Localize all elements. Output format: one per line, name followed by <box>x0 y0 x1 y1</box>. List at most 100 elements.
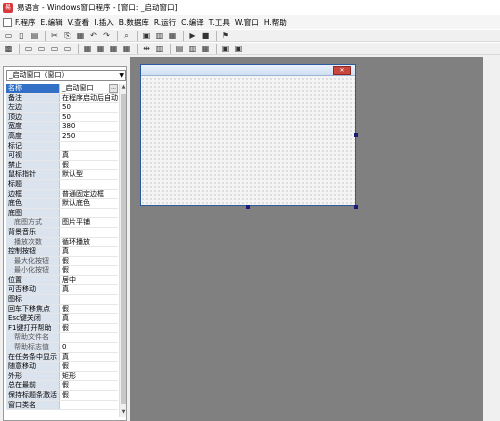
property-row[interactable]: 左边 50 <box>6 103 118 113</box>
cut-icon[interactable]: ✂ <box>49 30 60 41</box>
menu-item[interactable]: I.插入 <box>94 17 114 28</box>
property-value[interactable]: 真 <box>60 314 118 323</box>
debug-icon[interactable]: ⚑ <box>220 30 231 41</box>
property-row[interactable]: 最大化按钮假 <box>6 256 118 267</box>
resize-handle-corner[interactable] <box>354 205 358 209</box>
property-row[interactable]: 禁止假 <box>6 160 118 171</box>
property-value[interactable]: 假 <box>60 304 118 314</box>
property-value[interactable]: 50 <box>60 112 118 122</box>
property-value[interactable]: 默认型 <box>60 170 118 179</box>
property-value[interactable]: 默认底色 <box>60 199 118 208</box>
toolbar-tool-icon[interactable]: ▦ <box>108 43 119 54</box>
scroll-down-icon[interactable]: ▼ <box>120 409 127 417</box>
property-row[interactable]: 帮助文件名 <box>6 333 118 344</box>
property-value[interactable]: 居中 <box>60 275 118 285</box>
property-row[interactable]: 高度 250 <box>6 131 118 142</box>
toolbar-tool-icon[interactable]: ▣ <box>220 43 231 54</box>
property-row[interactable]: F1键打开帮助假 <box>6 323 118 334</box>
property-value[interactable] <box>60 227 118 237</box>
property-row[interactable]: 位置 居中 <box>6 275 118 286</box>
menu-item[interactable]: T.工具 <box>209 17 230 28</box>
property-value[interactable]: 250 <box>60 131 118 141</box>
property-value[interactable] <box>60 295 118 304</box>
stop-icon[interactable]: ■ <box>200 30 211 41</box>
menu-item[interactable]: B.数据库 <box>119 17 149 28</box>
layout1-icon[interactable]: ▣ <box>141 30 152 41</box>
property-row[interactable]: 保持标题条激活假 <box>6 391 118 401</box>
property-row[interactable]: 图标 <box>6 295 118 305</box>
property-row[interactable]: 底色 默认底色 <box>6 199 118 209</box>
toolbar-tool-icon[interactable]: ▭ <box>23 43 34 54</box>
property-row[interactable]: 随意移动假 <box>6 362 118 372</box>
toolbar-tool-icon[interactable]: ▦ <box>82 43 93 54</box>
property-row[interactable]: 可否移动真 <box>6 285 118 296</box>
property-row[interactable]: 回车下移焦点假 <box>6 304 118 315</box>
property-row[interactable]: Esc键关闭真 <box>6 314 118 324</box>
property-value[interactable] <box>60 400 118 410</box>
ellipsis-button[interactable]: ... <box>109 84 118 93</box>
menu-item[interactable]: H.帮助 <box>264 17 287 28</box>
property-value[interactable]: 假 <box>60 362 118 371</box>
toolbar-tool-icon[interactable]: ⇹ <box>141 43 152 54</box>
property-row[interactable]: 鼠标指针 默认型 <box>6 170 118 180</box>
toolbar-tool-icon[interactable]: ▭ <box>49 43 60 54</box>
menu-item[interactable]: C.编译 <box>181 17 204 28</box>
property-row[interactable]: 播放次数 循环播放 <box>6 237 118 248</box>
property-value[interactable]: 循环播放 <box>60 237 118 247</box>
form-title-bar[interactable]: ✕ <box>141 65 355 76</box>
layout2-icon[interactable]: ▥ <box>154 30 165 41</box>
property-row[interactable]: 备注 在程序启动后自动 <box>6 93 118 104</box>
property-value[interactable] <box>60 179 118 189</box>
property-value[interactable]: 真 <box>60 285 118 295</box>
property-row[interactable]: 宽度 380 <box>6 122 118 132</box>
property-row[interactable]: 底图方式 图片平铺 <box>6 218 118 228</box>
property-row[interactable]: 名称 _启动窗口... <box>6 84 118 94</box>
paste-icon[interactable]: ▦ <box>75 30 86 41</box>
property-row[interactable]: 可视真 <box>6 151 118 161</box>
component-selector[interactable]: _启动窗口（窗口） ▼ <box>6 70 126 81</box>
property-value[interactable]: 假 <box>60 256 118 266</box>
property-row[interactable]: 顶边 50 <box>6 112 118 123</box>
property-value[interactable]: 在程序启动后自动 <box>60 93 118 103</box>
chevron-down-icon[interactable]: ▼ <box>119 71 124 80</box>
open-icon[interactable]: ▯ <box>16 30 27 41</box>
property-value[interactable]: 50 <box>60 103 118 112</box>
property-value[interactable]: 真 <box>60 352 118 362</box>
form-designer-window[interactable]: ✕ <box>140 64 356 206</box>
property-value[interactable]: 假 <box>60 160 118 170</box>
property-row[interactable]: 在任务条中显示真 <box>6 352 118 363</box>
document-system-icon[interactable] <box>3 17 12 27</box>
new-icon[interactable]: ▭ <box>3 30 14 41</box>
run-icon[interactable]: ▶ <box>187 30 198 41</box>
toolbar-tool-icon[interactable]: ▤ <box>174 43 185 54</box>
property-value[interactable]: 0 <box>60 343 118 352</box>
redo-icon[interactable]: ↷ <box>101 30 112 41</box>
find-icon[interactable]: ⌕ <box>121 30 132 41</box>
property-value[interactable]: 380 <box>60 122 118 131</box>
property-value[interactable]: 普通固定边框 <box>60 189 118 199</box>
menu-item[interactable]: F.程序 <box>15 17 36 28</box>
toolbar-tool-icon[interactable]: ▭ <box>62 43 73 54</box>
toolbar-tool-icon[interactable]: ▦ <box>95 43 106 54</box>
property-value[interactable] <box>60 333 118 343</box>
undo-icon[interactable]: ↶ <box>88 30 99 41</box>
property-value[interactable]: 矩形 <box>60 371 118 381</box>
toolbar-tool-icon[interactable]: ▭ <box>36 43 47 54</box>
menu-item[interactable]: R.运行 <box>154 17 176 28</box>
scroll-up-icon[interactable]: ▲ <box>120 84 127 92</box>
property-row[interactable]: 窗口类名 <box>6 400 118 411</box>
workspace-scrollbar[interactable] <box>483 57 492 421</box>
save-icon[interactable]: ▤ <box>29 30 40 41</box>
property-value[interactable]: 真 <box>60 247 118 256</box>
property-value[interactable]: 假 <box>60 266 118 275</box>
property-value[interactable]: 假 <box>60 381 118 390</box>
layout3-icon[interactable]: ▦ <box>167 30 178 41</box>
toolbar-tool-icon[interactable]: ▩ <box>3 43 14 54</box>
toolbar-tool-icon[interactable]: ▥ <box>187 43 198 54</box>
resize-handle-right[interactable] <box>354 133 358 137</box>
menu-item[interactable]: V.查看 <box>68 17 90 28</box>
toolbar-tool-icon[interactable]: ▣ <box>233 43 244 54</box>
property-value[interactable]: _启动窗口... <box>60 84 118 93</box>
close-icon[interactable]: ✕ <box>333 66 351 75</box>
property-row[interactable]: 标记 <box>6 141 118 152</box>
